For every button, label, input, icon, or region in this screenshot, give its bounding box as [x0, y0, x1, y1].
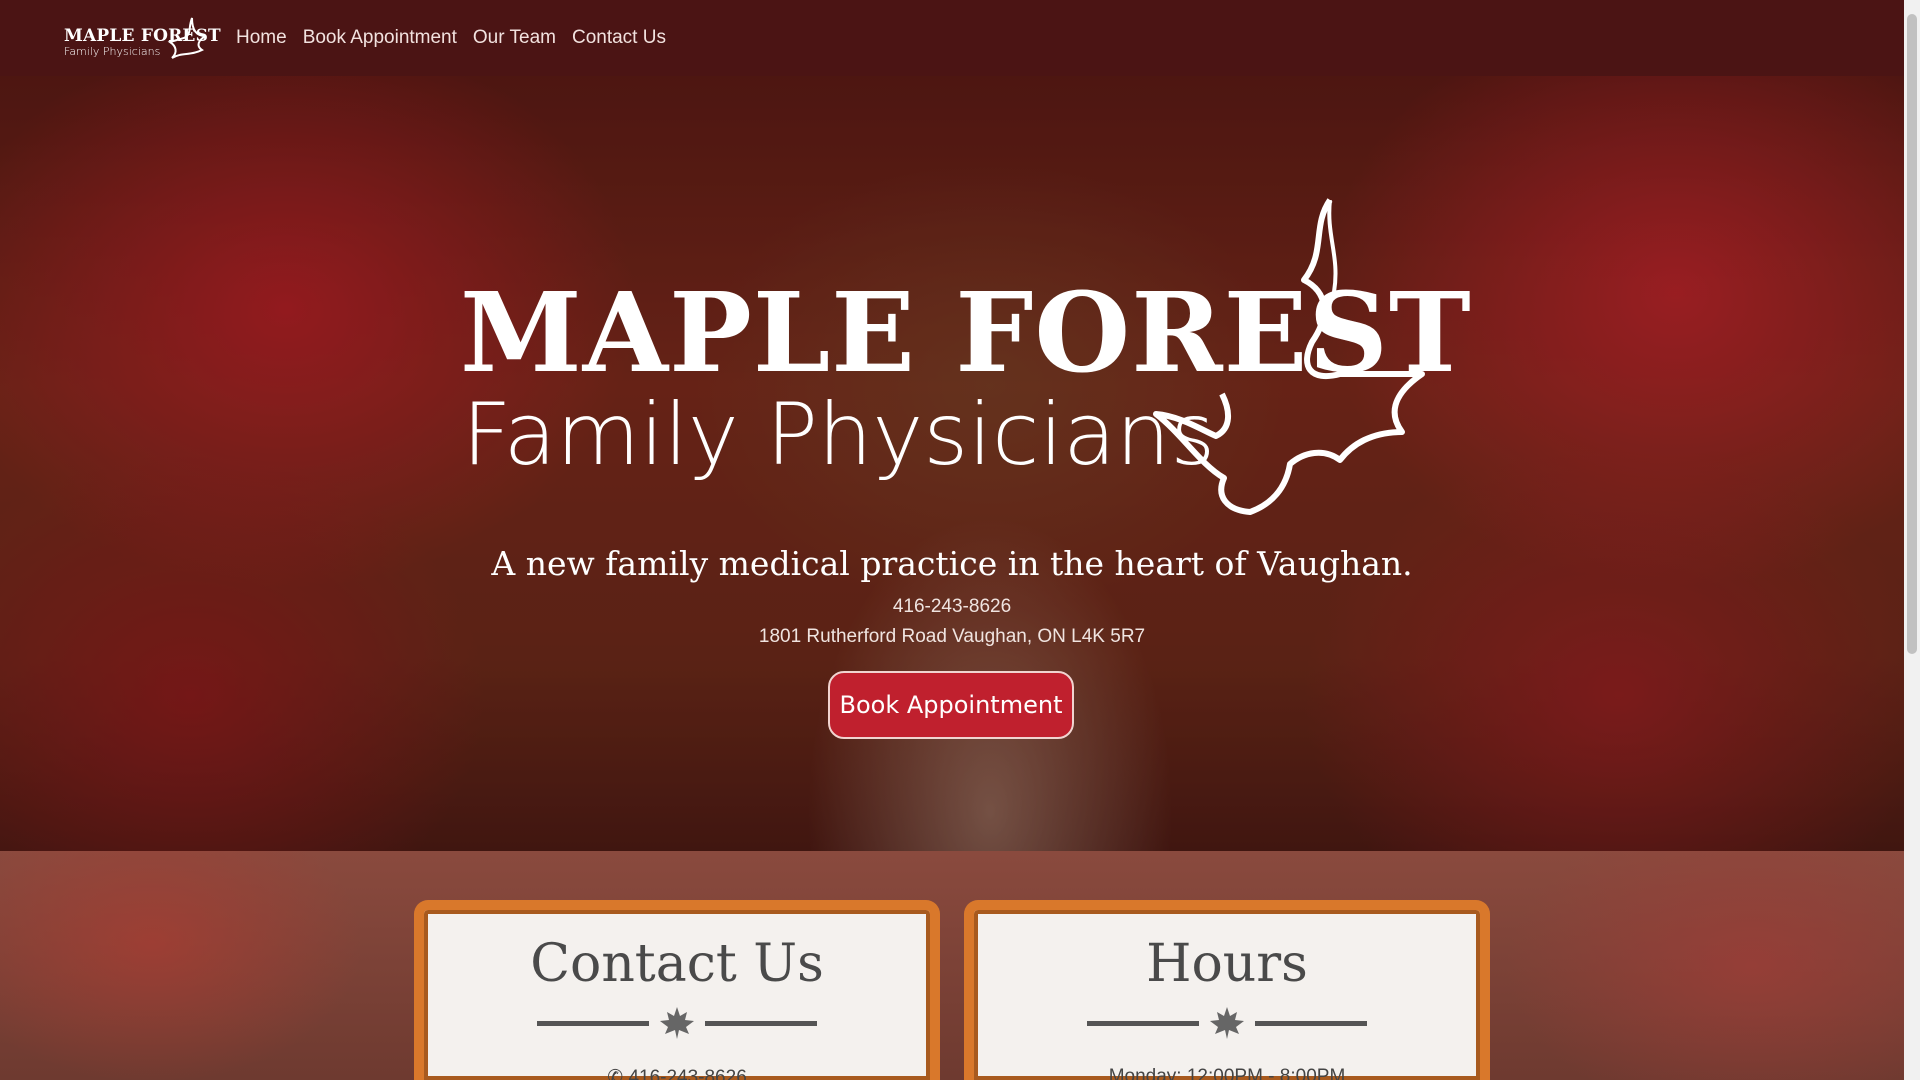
hero-logo: MAPLE FOREST Family Physicians	[460, 196, 1471, 526]
maple-leaf-icon	[660, 1007, 694, 1039]
divider-line	[705, 1020, 817, 1026]
nav-logo-subtitle: Family Physicians	[64, 45, 161, 58]
scrollbar-thumb[interactable]	[1907, 14, 1917, 654]
hours-monday: Monday: 12:00PM - 8:00PM	[1108, 1066, 1346, 1080]
hours-divider	[1087, 1006, 1367, 1040]
top-navbar: MAPLE FOREST Family Physicians Home Book…	[0, 0, 1904, 76]
contact-phone-text: 416-243-8626	[628, 1067, 747, 1080]
hero-tagline: A new family medical practice in the hea…	[491, 544, 1413, 583]
nav-contact-us-link[interactable]: Contact Us	[564, 27, 674, 49]
maple-leaf-icon	[1153, 198, 1425, 515]
hero-section: MAPLE FOREST Family Physicians A new fam…	[0, 76, 1904, 851]
divider-line	[1255, 1020, 1367, 1026]
page-scrollbar[interactable]	[1904, 0, 1920, 1080]
contact-card-title: Contact Us	[530, 934, 824, 994]
hero-phone[interactable]: 416-243-8626	[0, 596, 1904, 618]
maple-leaf-icon	[167, 17, 207, 59]
divider-line	[1087, 1020, 1199, 1026]
nav-home-link[interactable]: Home	[228, 27, 295, 49]
phone-icon: ✆	[607, 1067, 629, 1080]
info-section	[0, 851, 1904, 1080]
contact-divider	[537, 1006, 817, 1040]
hours-card: Hours Monday: 12:00PM - 8:00PM	[964, 900, 1490, 1080]
maple-leaf-icon	[1210, 1007, 1244, 1039]
hours-card-title: Hours	[1146, 934, 1308, 994]
nav-our-team-link[interactable]: Our Team	[465, 27, 564, 49]
contact-card: Contact Us ✆ 416-243-8626	[414, 900, 940, 1080]
book-appointment-button[interactable]: Book Appointment	[828, 671, 1074, 739]
nav-book-appointment-link[interactable]: Book Appointment	[295, 27, 465, 49]
nav-links: Home Book Appointment Our Team Contact U…	[228, 27, 674, 49]
contact-card-phone[interactable]: ✆ 416-243-8626	[424, 1066, 930, 1080]
hero-address: 1801 Rutherford Road Vaughan, ON L4K 5R7	[758, 626, 1146, 647]
nav-logo[interactable]: MAPLE FOREST Family Physicians	[62, 14, 221, 62]
divider-line	[537, 1020, 649, 1026]
